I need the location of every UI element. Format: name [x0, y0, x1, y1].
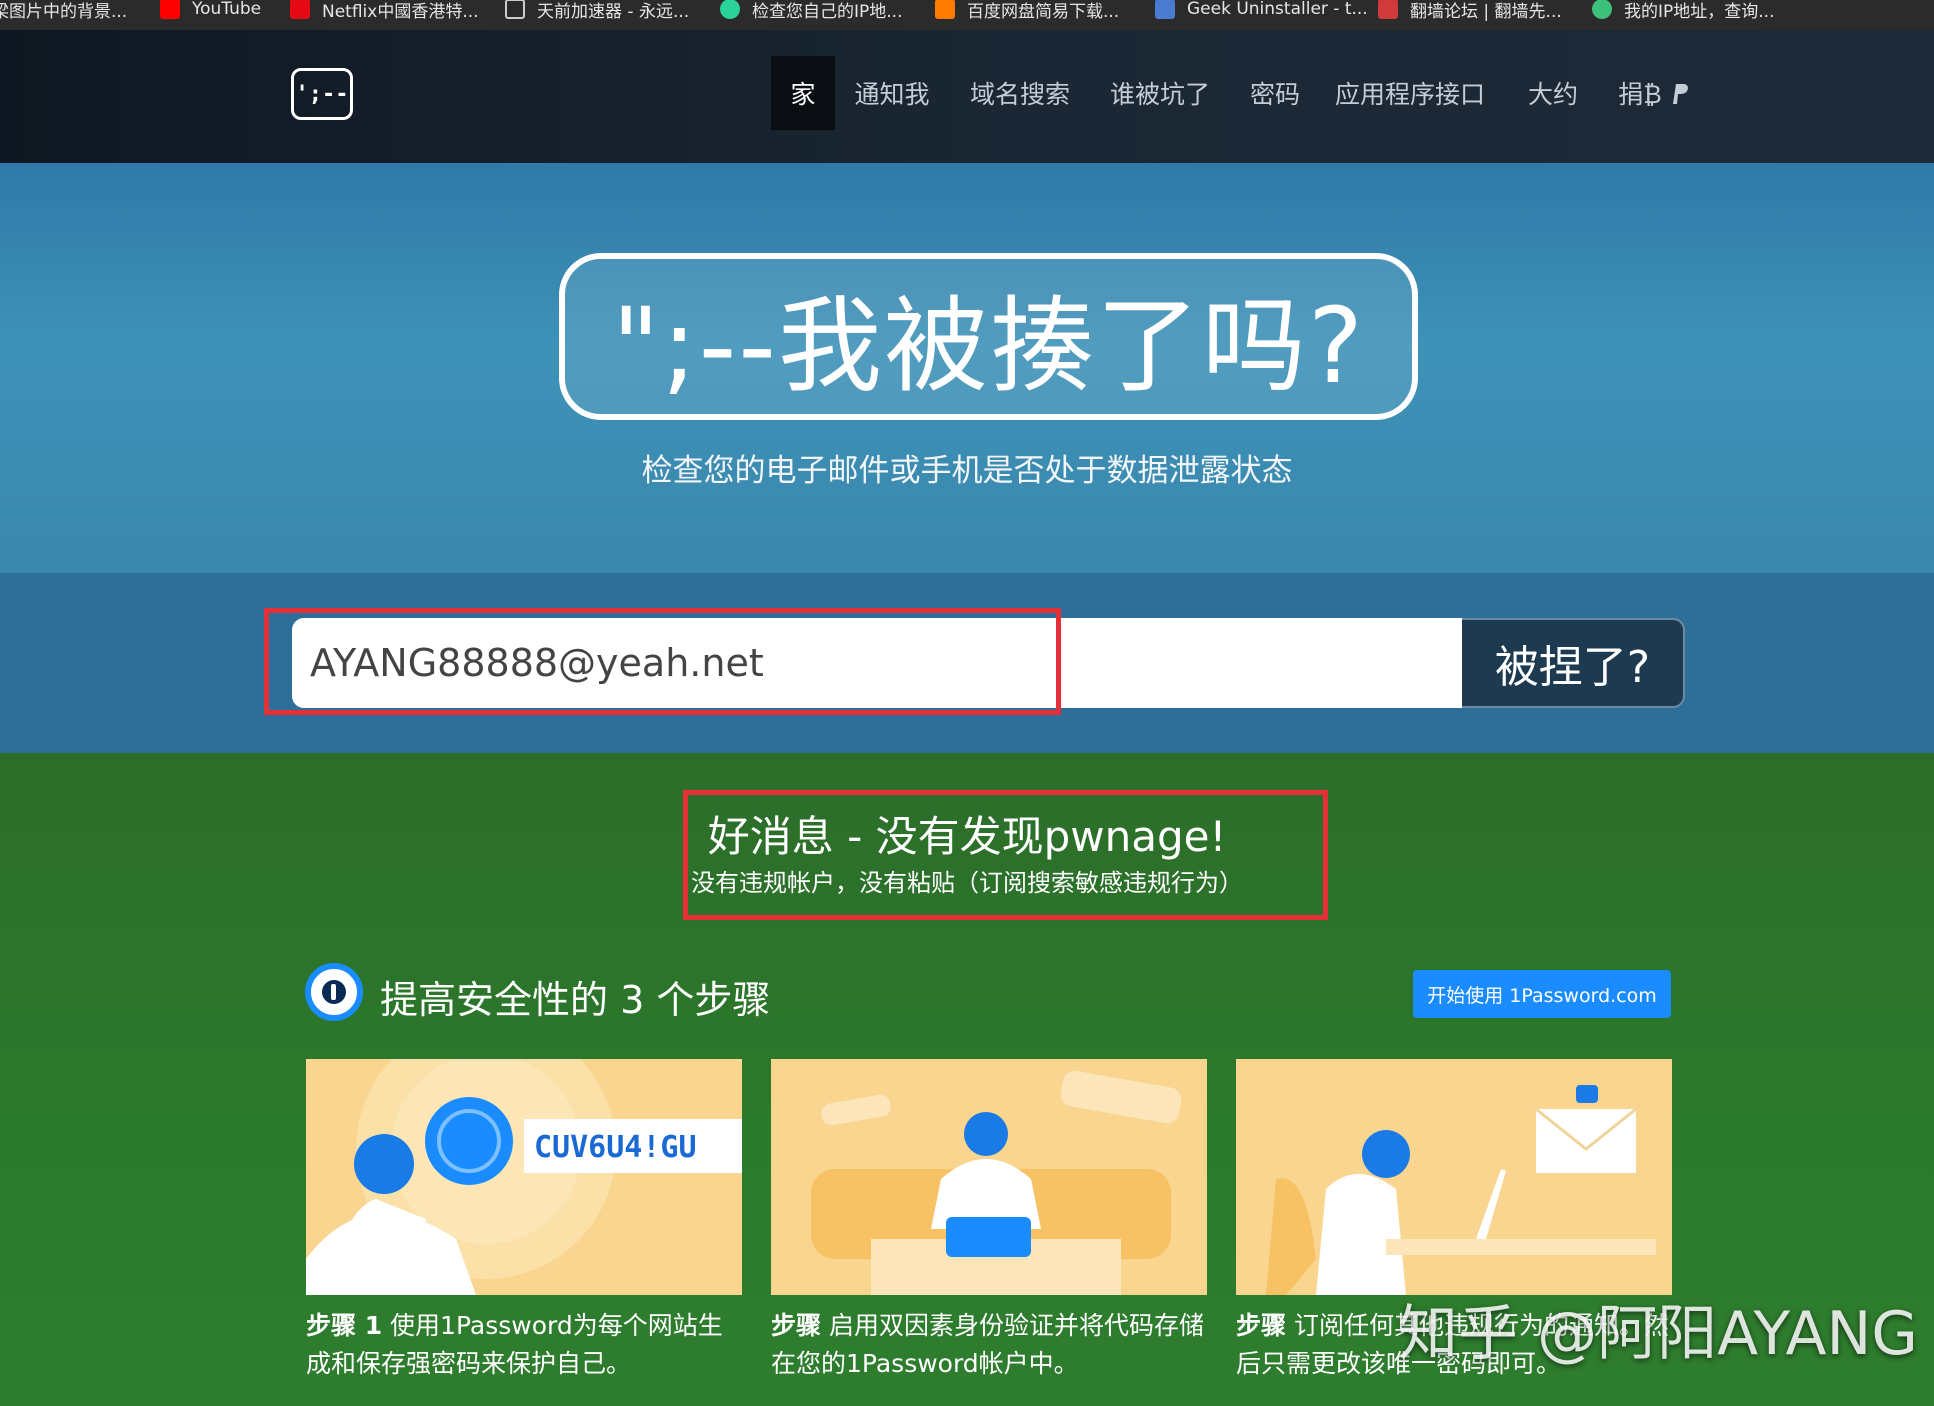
- step-1-caption: 步骤 1 使用1Password为每个网站生成和保存强密码来保护自己。: [306, 1307, 746, 1383]
- bookmark-label: 我的IP地址，查询...: [1624, 1, 1775, 22]
- nav-label: 应用程序接口: [1334, 80, 1485, 109]
- step-3-illustration: [1266, 1085, 1656, 1295]
- nav-label: 域名搜索: [969, 80, 1070, 109]
- step-card-1[interactable]: CUV6U4!GU: [306, 1059, 742, 1295]
- logo-text: ';--: [295, 81, 349, 107]
- forum-icon: [1378, 0, 1398, 19]
- step-2-illustration: [811, 1070, 1182, 1295]
- pwned-search-button[interactable]: 被捏了?: [1462, 618, 1685, 708]
- nav-item-domain-search[interactable]: 域名搜索: [960, 56, 1080, 130]
- step-text: 启用双因素身份验证并将代码存储在您的1Password帐户中。: [771, 1311, 1204, 1378]
- baidu-pan-icon: [935, 0, 955, 19]
- hero-subtitle: 检查您的电子邮件或手机是否处于数据泄露状态: [641, 453, 1293, 489]
- nav-item-who-pwned[interactable]: 谁被坑了: [1100, 56, 1220, 130]
- bookmark-label: 检查您自己的IP地...: [752, 1, 903, 22]
- bookmark-label: 翻墙论坛 | 翻墙先...: [1410, 1, 1562, 22]
- annotation-highlight-result: [683, 790, 1328, 920]
- site-navbar: ';-- 家 通知我 域名搜索 谁被坑了 密码 应用程序接口 大约 捐₿: [0, 30, 1934, 163]
- 1password-icon: [305, 963, 363, 1021]
- bookmark-label: 梁图片中的背景...: [0, 1, 128, 22]
- bookmark-item[interactable]: 天前加速器 - 永远...: [505, 0, 689, 24]
- bookmark-item[interactable]: 梁图片中的背景...: [0, 0, 127, 24]
- step-label: 步骤: [771, 1311, 822, 1340]
- nav-item-home[interactable]: 家: [771, 56, 835, 130]
- bookmark-label: YouTube: [192, 0, 262, 19]
- nav-label: 家: [790, 80, 816, 109]
- step-1-illustration: CUV6U4!GU: [306, 1059, 742, 1295]
- nav-label: 捐₿: [1618, 80, 1662, 109]
- step-label: 步骤 1: [306, 1311, 383, 1340]
- bookmark-label: 天前加速器 - 永远...: [537, 1, 690, 22]
- bookmarks-bar: 梁图片中的背景... YouTube Netflix中國香港特... 天前加速器…: [0, 0, 1934, 30]
- nav-label: 密码: [1249, 80, 1300, 109]
- bookmark-item[interactable]: 翻墙论坛 | 翻墙先...: [1378, 0, 1562, 24]
- bookmark-item[interactable]: 检查您自己的IP地...: [720, 0, 902, 24]
- step-card-3[interactable]: [1236, 1059, 1672, 1295]
- site-logo[interactable]: ';--: [291, 68, 353, 120]
- bookmark-item[interactable]: Geek Uninstaller - t...: [1155, 0, 1368, 24]
- steps-title: 提高安全性的 3 个步骤: [380, 978, 771, 1022]
- nav-item-about[interactable]: 大约: [1510, 56, 1596, 130]
- bookmark-item-youtube[interactable]: YouTube: [160, 0, 261, 24]
- step-label: 步骤: [1236, 1311, 1287, 1340]
- bookmark-item[interactable]: 百度网盘简易下载...: [935, 0, 1119, 24]
- page-icon: [505, 0, 525, 19]
- bookmark-label: Geek Uninstaller - t...: [1187, 0, 1368, 19]
- hero-section: ";--我被揍了吗? 检查您的电子邮件或手机是否处于数据泄露状态: [0, 163, 1934, 573]
- nav-label: 谁被坑了: [1109, 80, 1210, 109]
- gear-icon: [1592, 0, 1612, 19]
- annotation-highlight-search: [264, 608, 1061, 715]
- start-1password-button[interactable]: 开始使用 1Password.com: [1413, 970, 1671, 1018]
- paypal-icon: [1672, 84, 1688, 104]
- bookmark-item-netflix[interactable]: Netflix中國香港特...: [290, 0, 479, 24]
- youtube-icon: [160, 0, 180, 19]
- nav-item-passwords[interactable]: 密码: [1240, 56, 1310, 130]
- zhihu-watermark: 知乎 @阿阳AYANG: [1398, 1299, 1918, 1369]
- generated-password-text: CUV6U4!GU: [534, 1130, 697, 1165]
- uninstaller-icon: [1155, 0, 1175, 19]
- bookmark-label: Netflix中國香港特...: [322, 1, 479, 22]
- nav-item-notify-me[interactable]: 通知我: [845, 56, 939, 130]
- bookmark-item[interactable]: 我的IP地址，查询...: [1592, 0, 1774, 24]
- globe-icon: [720, 0, 740, 19]
- nav-label: 大约: [1527, 80, 1578, 109]
- netflix-icon: [290, 0, 310, 19]
- bookmark-label: 百度网盘简易下载...: [967, 1, 1120, 22]
- nav-label: 通知我: [854, 80, 930, 109]
- step-card-2[interactable]: [771, 1059, 1207, 1295]
- hero-title: ";--我被揍了吗?: [611, 285, 1366, 407]
- nav-item-donate[interactable]: 捐₿: [1614, 56, 1694, 130]
- step-2-caption: 步骤 启用双因素身份验证并将代码存储在您的1Password帐户中。: [771, 1307, 1211, 1383]
- hero-title-box: ";--我被揍了吗?: [559, 253, 1418, 420]
- nav-item-api[interactable]: 应用程序接口: [1330, 56, 1490, 130]
